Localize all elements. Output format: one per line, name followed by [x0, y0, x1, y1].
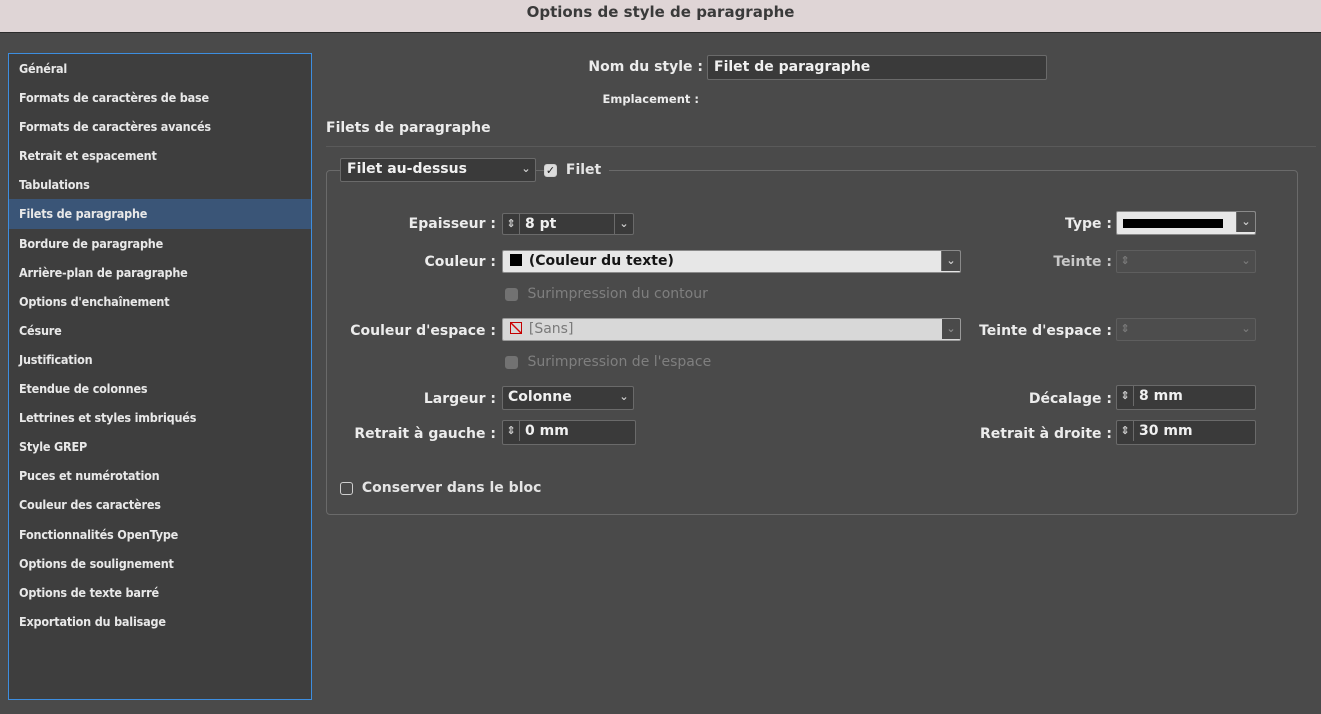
keep-in-frame-option[interactable]: Conserver dans le bloc [340, 479, 541, 497]
updown-arrows-icon[interactable]: ⇕ [1117, 386, 1133, 406]
sidebar-item-underline-options[interactable]: Options de soulignement [9, 549, 311, 578]
width-label: Largeur : [423, 391, 496, 407]
rule-on-label: Filet [565, 162, 602, 178]
tint-label: Teinte : [1053, 254, 1112, 270]
right-indent-input[interactable]: ⇕ 30 mm [1116, 420, 1256, 445]
overprint-gap-option[interactable]: Surimpression de l'espace [505, 353, 711, 371]
sidebar-item-grep-style[interactable]: Style GREP [9, 432, 311, 461]
offset-value: 8 mm [1139, 388, 1183, 404]
chevron-down-icon: ⌄ [942, 319, 960, 339]
sidebar-item-paragraph-shading[interactable]: Arrière-plan de paragraphe [9, 258, 311, 287]
style-name-label: Nom du style : [588, 59, 703, 75]
weight-combobox[interactable]: ⇕ 8 pt ⌄ [502, 213, 634, 235]
overprint-stroke-checkbox[interactable] [505, 287, 518, 301]
chevron-down-icon[interactable]: ⌄ [941, 251, 960, 271]
section-title: Filets de paragraphe [326, 120, 491, 136]
solid-line-swatch [1123, 219, 1223, 228]
sidebar-item-drop-caps[interactable]: Lettrines et styles imbriqués [9, 403, 311, 432]
color-select[interactable]: (Couleur du texte) ⌄ [502, 250, 961, 273]
right-indent-value: 30 mm [1139, 423, 1193, 439]
style-name-input[interactable]: Filet de paragraphe [707, 55, 1047, 80]
width-value: Colonne [508, 389, 572, 405]
style-name-value: Filet de paragraphe [714, 59, 871, 75]
black-swatch-icon [510, 254, 522, 266]
rule-position-select[interactable]: Filet au-dessus ⌄ [340, 158, 536, 182]
overprint-gap-label: Surimpression de l'espace [527, 354, 712, 370]
offset-label: Décalage : [1028, 391, 1112, 407]
chevron-down-icon: ⌄ [1241, 254, 1251, 267]
sidebar-item-advanced-char-formats[interactable]: Formats de caractères avancés [9, 112, 311, 141]
weight-label: Epaisseur : [408, 216, 496, 232]
section-divider [326, 146, 1316, 147]
updown-arrows-icon: ⇕ [1120, 322, 1130, 335]
rule-on-checkbox[interactable]: ✓ [544, 163, 557, 177]
keep-in-frame-label: Conserver dans le bloc [361, 480, 542, 496]
weight-value: 8 pt [525, 216, 557, 232]
sidebar-item-strikethrough-options[interactable]: Options de texte barré [9, 578, 311, 607]
left-indent-label: Retrait à gauche : [354, 426, 496, 442]
left-indent-input[interactable]: ⇕ 0 mm [502, 420, 636, 445]
overprint-stroke-label: Surimpression du contour [527, 286, 708, 302]
sidebar-item-keep-options[interactable]: Options d'enchaînement [9, 287, 311, 316]
sidebar-item-hyphenation[interactable]: Césure [9, 316, 311, 345]
chevron-down-icon: ⌄ [521, 162, 531, 175]
category-list[interactable]: Général Formats de caractères de base Fo… [8, 53, 312, 700]
gap-color-select[interactable]: [Sans] ⌄ [502, 318, 961, 341]
none-swatch-icon [510, 322, 522, 334]
color-label: Couleur : [424, 254, 497, 270]
sidebar-item-tabs[interactable]: Tabulations [9, 170, 311, 199]
sidebar-item-general[interactable]: Général [9, 54, 311, 83]
sidebar-item-export-tagging[interactable]: Exportation du balisage [9, 607, 311, 636]
sidebar-item-bullets-numbering[interactable]: Puces et numérotation [9, 461, 311, 490]
left-indent-value: 0 mm [525, 423, 569, 439]
sidebar-item-indents-spacing[interactable]: Retrait et espacement [9, 141, 311, 170]
sidebar-item-character-color[interactable]: Couleur des caractères [9, 490, 311, 519]
sidebar-item-paragraph-rules[interactable]: Filets de paragraphe [9, 199, 311, 229]
gap-color-value: [Sans] [528, 321, 574, 337]
chevron-down-icon[interactable]: ⌄ [615, 387, 633, 407]
rule-position-value: Filet au-dessus [347, 161, 467, 177]
location-label: Emplacement : [602, 92, 699, 106]
keep-in-frame-checkbox[interactable] [340, 481, 353, 495]
sidebar-item-opentype[interactable]: Fonctionnalités OpenType [9, 520, 311, 549]
updown-arrows-icon[interactable]: ⇕ [1117, 421, 1133, 441]
gap-color-label: Couleur d'espace : [350, 323, 496, 339]
overprint-gap-checkbox[interactable] [505, 355, 518, 369]
title-bar: Options de style de paragraphe [0, 0, 1321, 33]
chevron-down-icon[interactable]: ⌄ [1236, 212, 1255, 232]
updown-arrows-icon: ⇕ [1120, 254, 1130, 267]
sidebar-item-justification[interactable]: Justification [9, 345, 311, 374]
chevron-down-icon: ⌄ [1241, 322, 1251, 335]
color-value: (Couleur du texte) [528, 253, 674, 269]
offset-input[interactable]: ⇕ 8 mm [1116, 385, 1256, 410]
gap-tint-combobox[interactable]: ⇕ ⌄ [1116, 318, 1256, 341]
window-title: Options de style de paragraphe [526, 3, 795, 21]
rule-on-toggle[interactable]: ✓ Filet [544, 160, 610, 180]
gap-tint-label: Teinte d'espace : [979, 323, 1112, 339]
right-indent-label: Retrait à droite : [979, 426, 1112, 442]
tint-combobox[interactable]: ⇕ ⌄ [1116, 250, 1256, 273]
overprint-stroke-option[interactable]: Surimpression du contour [505, 285, 708, 303]
width-select[interactable]: Colonne ⌄ [502, 386, 634, 410]
updown-arrows-icon[interactable]: ⇕ [503, 214, 519, 234]
sidebar-item-paragraph-border[interactable]: Bordure de paragraphe [9, 229, 311, 258]
type-label: Type : [1064, 216, 1112, 232]
chevron-down-icon[interactable]: ⌄ [614, 214, 633, 234]
sidebar-item-basic-char-formats[interactable]: Formats de caractères de base [9, 83, 311, 112]
sidebar-item-span-columns[interactable]: Etendue de colonnes [9, 374, 311, 403]
updown-arrows-icon[interactable]: ⇕ [503, 421, 519, 441]
type-select[interactable]: ⌄ [1116, 211, 1256, 235]
